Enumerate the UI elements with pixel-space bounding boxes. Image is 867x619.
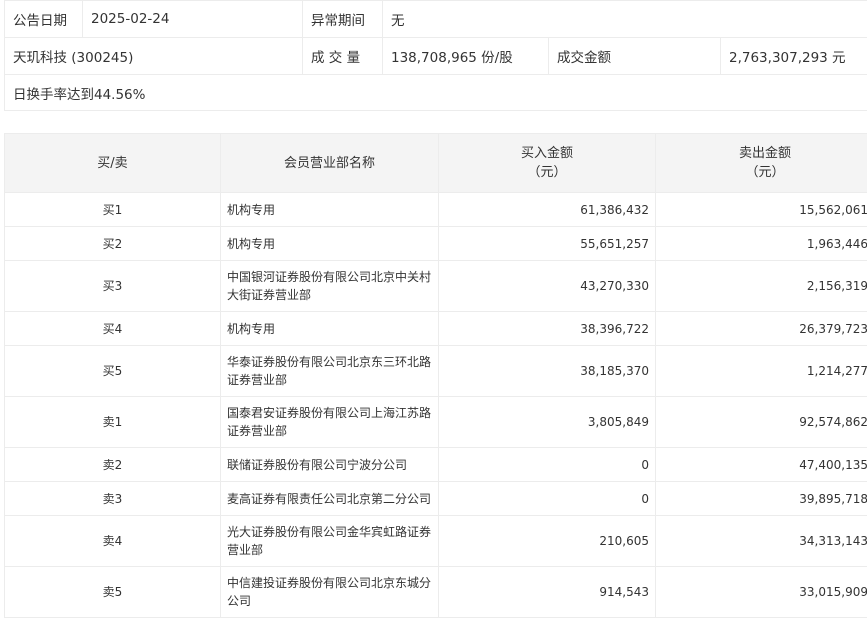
cell-sell: 26,379,723 [655,311,867,346]
cell-sell: 1,214,277 [655,345,867,397]
volume-value: 138,708,965 份/股 [382,37,549,75]
amount-value: 2,763,307,293 元 [719,37,867,75]
cell-sell: 33,015,909 [655,566,867,618]
cell-sell: 2,156,319 [655,260,867,312]
cell-side: 买4 [4,311,221,346]
cell-name: 机构专用 [220,311,439,346]
cell-name: 中信建投证券股份有限公司北京东城分公司 [220,566,439,618]
amount-label: 成交金额 [548,37,721,75]
period-label: 异常期间 [302,0,383,38]
cell-sell: 39,895,718 [655,481,867,516]
cell-side: 买5 [4,345,221,397]
cell-sell: 34,313,143 [655,515,867,567]
cell-name: 麦高证券有限责任公司北京第二分公司 [220,481,439,516]
volume-label: 成 交 量 [302,37,383,75]
cell-sell: 47,400,135 [655,447,867,482]
cell-side: 买1 [4,192,221,227]
cell-name: 机构专用 [220,192,439,227]
cell-sell: 15,562,061 [655,192,867,227]
table-row: 买5 华泰证券股份有限公司北京东三环北路证券营业部 38,185,370 1,214,… [4,345,867,397]
table-row: 卖2 联储证券股份有限公司宁波分公司 0 47,400,135 [4,447,867,482]
cell-buy: 210,605 [438,515,656,567]
date-value: 2025-02-24 [82,0,303,38]
cell-name: 联储证券股份有限公司宁波分公司 [220,447,439,482]
cell-name: 华泰证券股份有限公司北京东三环北路证券营业部 [220,345,439,397]
cell-side: 买2 [4,226,221,261]
table-row: 卖1 国泰君安证券股份有限公司上海江苏路证券营业部 3,805,849 92,574,… [4,396,867,448]
table-row: 卖5 中信建投证券股份有限公司北京东城分公司 914,543 33,015,909 [4,566,867,618]
cell-buy: 0 [438,481,656,516]
cell-buy: 38,396,722 [438,311,656,346]
cell-sell: 92,574,862 [655,396,867,448]
cell-name: 光大证券股份有限公司金华宾虹路证券营业部 [220,515,439,567]
table-row: 买2 机构专用 55,651,257 1,963,446 [4,226,867,261]
table-row: 买1 机构专用 61,386,432 15,562,061 [4,192,867,227]
cell-buy: 55,651,257 [438,226,656,261]
cell-side: 卖4 [4,515,221,567]
broker-trading-table: 买/卖 会员营业部名称 买入金额 （元） 卖出金额 （元） 买1 机构专用 61,386… [4,133,867,618]
cell-buy: 0 [438,447,656,482]
header-name: 会员营业部名称 [220,133,439,193]
cell-name: 机构专用 [220,226,439,261]
cell-side: 卖2 [4,447,221,482]
header-sell: 卖出金额 （元） [655,133,867,193]
cell-buy: 38,185,370 [438,345,656,397]
table-row: 买3 中国银河证券股份有限公司北京中关村大街证券营业部 43,270,330 2,15… [4,260,867,312]
cell-side: 卖5 [4,566,221,618]
table-row: 卖4 光大证券股份有限公司金华宾虹路证券营业部 210,605 34,313,143 [4,515,867,567]
cell-buy: 3,805,849 [438,396,656,448]
announcement-info-table: 公告日期 2025-02-24 异常期间 无 天玑科技 (300245) 成 交… [3,0,867,111]
cell-buy: 914,543 [438,566,656,618]
table-row: 卖3 麦高证券有限责任公司北京第二分公司 0 39,895,718 [4,481,867,516]
header-side: 买/卖 [4,133,221,193]
cell-side: 买3 [4,260,221,312]
cell-side: 卖3 [4,481,221,516]
header-buy: 买入金额 （元） [438,133,656,193]
cell-name: 中国银河证券股份有限公司北京中关村大街证券营业部 [220,260,439,312]
period-value: 无 [381,0,867,38]
cell-buy: 61,386,432 [438,192,656,227]
cell-sell: 1,963,446 [655,226,867,261]
reason-text: 日换手率达到44.56% [3,74,867,111]
stock-name: 天玑科技 (300245) [4,37,303,75]
date-label: 公告日期 [4,0,83,38]
table-row: 买4 机构专用 38,396,722 26,379,723 [4,311,867,346]
cell-buy: 43,270,330 [438,260,656,312]
cell-name: 国泰君安证券股份有限公司上海江苏路证券营业部 [220,396,439,448]
cell-side: 卖1 [4,396,221,448]
